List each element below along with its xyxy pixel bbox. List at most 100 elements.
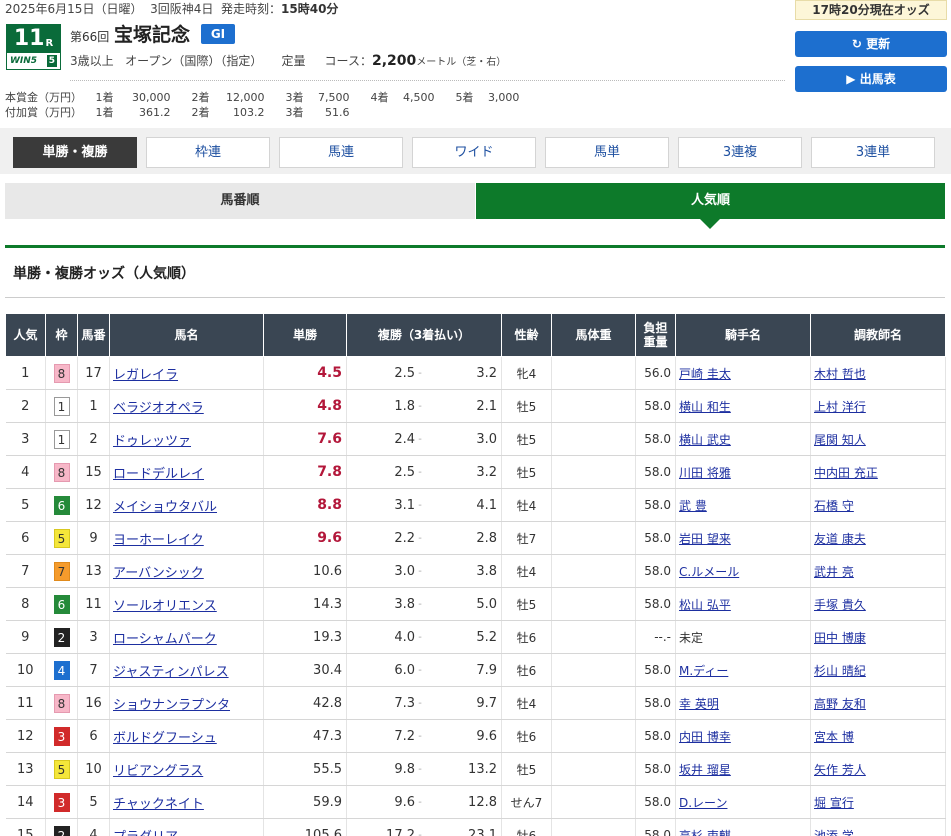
jockey-link[interactable]: 高杉 吏麒	[679, 829, 731, 836]
place-odds-cell: 2.2- 2.8	[346, 521, 502, 555]
trainer-link[interactable]: 田中 博康	[814, 631, 866, 645]
trainer-link[interactable]: 堀 宣行	[814, 796, 854, 810]
trainer-cell: 宮本 博	[810, 719, 946, 753]
place-odds-high: 3.0	[476, 431, 497, 447]
horse-name-link[interactable]: ショウナンラプンタ	[113, 698, 230, 713]
trainer-link[interactable]: 中内田 充正	[814, 466, 878, 480]
table-row: 15 24プラダリア 105.6 17.2- 23.1 牡6 58.0高杉 吏麒 池添 学	[5, 818, 946, 836]
refresh-button[interactable]: ↻ 更新	[795, 31, 947, 57]
jockey-link[interactable]: 武 豊	[679, 499, 707, 513]
trainer-link[interactable]: 宮本 博	[814, 730, 854, 744]
horse-name-link[interactable]: アーバンシック	[113, 566, 204, 581]
horse-name-link[interactable]: レガレイラ	[113, 368, 178, 383]
horse-name-link[interactable]: リビアングラス	[113, 764, 203, 779]
entries-button[interactable]: ▶ 出馬表	[795, 66, 947, 92]
waku-badge: 7	[53, 561, 70, 581]
waku-badge: 5	[53, 759, 70, 779]
rank-cell: 12	[5, 719, 46, 753]
win-odds-cell: 10.6	[263, 554, 347, 588]
horse-name-link[interactable]: プラダリア	[113, 830, 178, 836]
place-odds-high: 9.6	[476, 728, 497, 744]
tab-trifecta[interactable]: 3連単	[811, 137, 935, 168]
tab-wide[interactable]: ワイド	[412, 137, 536, 168]
range-separator: -	[418, 400, 422, 412]
jockey-link[interactable]: 横山 和生	[679, 400, 731, 414]
tab-bracket-quinella[interactable]: 枠連	[146, 137, 270, 168]
tab-win-place[interactable]: 単勝・複勝	[13, 137, 137, 168]
trainer-link[interactable]: 友道 康夫	[814, 532, 866, 546]
jockey-link[interactable]: 戸崎 圭太	[679, 367, 731, 381]
prize-amount: 12,000	[225, 91, 265, 104]
place-odds-low: 9.8	[394, 761, 415, 777]
horse-name-link[interactable]: チャックネイト	[113, 797, 204, 812]
race-name: 宝塚記念	[114, 24, 191, 46]
horse-name-link[interactable]: ロードデルレイ	[113, 467, 204, 482]
distance: 2,200	[371, 53, 417, 69]
place-odds-cell: 6.0- 7.9	[346, 653, 502, 687]
horse-name-link[interactable]: ソールオリエンス	[113, 599, 217, 614]
place-odds-high: 3.2	[476, 464, 497, 480]
tab-exacta[interactable]: 馬単	[545, 137, 669, 168]
col-rank: 人気	[5, 313, 46, 357]
trainer-link[interactable]: 池添 学	[814, 829, 854, 836]
jockey-link[interactable]: 内田 博幸	[679, 730, 731, 744]
section-title: 単勝・複勝オッズ（人気順）	[13, 266, 195, 282]
win5-leg-number: 5	[46, 55, 57, 67]
sex-age-cell: 牡6	[501, 653, 552, 687]
waku-cell: 8	[45, 686, 78, 720]
age-condition: 3歳以上	[70, 54, 114, 68]
course-label: コース：	[324, 54, 372, 68]
horse-name-link[interactable]: ボルドグフーシュ	[113, 731, 217, 746]
race-conditions: 3歳以上 オープン（国際）（指定） 定量 コース：2,200メートル（芝・右）	[70, 52, 506, 69]
trainer-cell: 武井 亮	[810, 554, 946, 588]
horse-name-cell: アーバンシック	[109, 554, 264, 588]
trainer-link[interactable]: 石橋 守	[814, 499, 854, 513]
grade-badge: GI	[201, 24, 235, 44]
sort-by-number-tab[interactable]: 馬番順	[5, 183, 475, 219]
sort-by-popularity-tab[interactable]: 人気順	[476, 183, 945, 219]
jockey-link[interactable]: M.ディー	[679, 664, 728, 678]
umaban-cell: 6	[77, 719, 110, 753]
waku-cell: 6	[45, 488, 78, 522]
burden-weight-cell: 58.0	[635, 455, 676, 489]
horse-name-link[interactable]: ベラジオオペラ	[113, 401, 204, 416]
trainer-link[interactable]: 杉山 晴紀	[814, 664, 866, 678]
trainer-link[interactable]: 木村 哲也	[814, 367, 866, 381]
horse-name-link[interactable]: ドゥレッツァ	[113, 434, 191, 449]
trainer-link[interactable]: 手塚 貴久	[814, 598, 866, 612]
jockey-cell: 横山 武史	[675, 422, 811, 456]
sex-age-cell: 牝4	[501, 356, 552, 390]
trainer-link[interactable]: 矢作 芳人	[814, 763, 866, 777]
trainer-link[interactable]: 上村 洋行	[814, 400, 866, 414]
jockey-link[interactable]: D.レーン	[679, 796, 727, 810]
jockey-link[interactable]: 幸 英明	[679, 697, 719, 711]
waku-cell: 8	[45, 356, 78, 390]
trainer-link[interactable]: 尾関 知人	[814, 433, 866, 447]
jockey-link[interactable]: 松山 弘平	[679, 598, 731, 612]
trainer-link[interactable]: 武井 亮	[814, 565, 854, 579]
jockey-link[interactable]: 坂井 瑠星	[679, 763, 731, 777]
horse-name-link[interactable]: ローシャムパーク	[113, 632, 217, 647]
jockey-link[interactable]: 横山 武史	[679, 433, 731, 447]
jockey-link[interactable]: C.ルメール	[679, 565, 739, 579]
table-row: 5 6 12 メイショウタバル 8.8 3.1- 4.1 牡4 58.0 武 豊 石橋 守	[5, 488, 946, 522]
horse-name-link[interactable]: ジャスティンパレス	[113, 665, 229, 680]
col-waku: 枠	[45, 313, 78, 357]
jockey-link[interactable]: 岩田 望来	[679, 532, 731, 546]
win-odds: 14.3	[313, 596, 342, 612]
prize-amount: 7,500	[317, 91, 350, 104]
jockey-cell: 横山 和生	[675, 389, 811, 423]
waku-badge: 6	[53, 495, 70, 515]
rank-cell: 11	[5, 686, 46, 720]
jockey-cell: 幸 英明	[675, 686, 811, 720]
trainer-cell: 中内田 充正	[810, 455, 946, 489]
trainer-link[interactable]: 高野 友和	[814, 697, 866, 711]
horse-name-link[interactable]: ヨーホーレイク	[113, 533, 204, 548]
jockey-link[interactable]: 川田 将雅	[679, 466, 731, 480]
horse-name-link[interactable]: メイショウタバル	[113, 500, 217, 515]
tab-trio[interactable]: 3連複	[678, 137, 802, 168]
range-separator: -	[418, 565, 422, 577]
burden-weight-cell: 58.0	[635, 587, 676, 621]
tab-quinella[interactable]: 馬連	[279, 137, 403, 168]
place-odds-high: 7.9	[476, 662, 497, 678]
